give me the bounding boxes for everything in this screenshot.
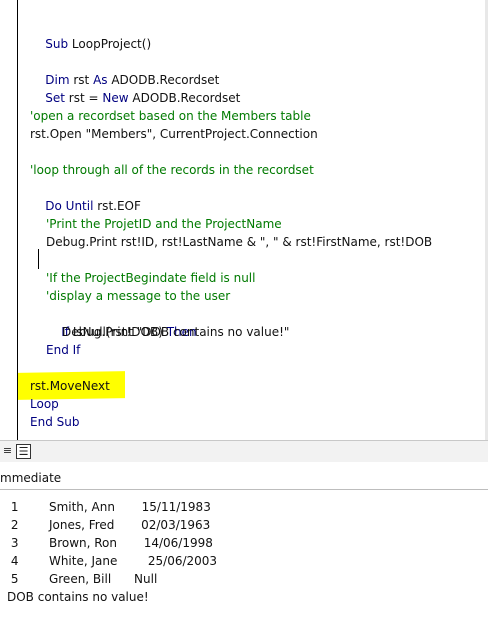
immediate-window-title: mmediate — [0, 471, 62, 485]
immediate-output-line: 3 Brown, Ron 14/06/1998 — [7, 536, 213, 550]
code-line-comment-open[interactable]: 'open a recordset based on the Members t… — [30, 107, 311, 125]
code-text: ADODB.Recordset — [128, 91, 241, 105]
code-line-comment-print[interactable]: 'Print the ProjetID and the ProjectName — [46, 215, 282, 233]
code-line-debug-print[interactable]: Debug.Print rst!ID, rst!LastName & ", " … — [46, 233, 432, 251]
keyword: Sub — [45, 37, 69, 51]
full-module-view-icon[interactable]: ☰ — [16, 444, 31, 459]
code-line-end-if[interactable]: End If — [46, 341, 80, 359]
code-line-loop[interactable]: Loop — [30, 395, 59, 413]
code-line-open[interactable]: rst.Open "Members", CurrentProject.Conne… — [30, 125, 318, 143]
immediate-output-line: DOB contains no value! — [7, 590, 149, 604]
keyword: New — [102, 91, 129, 105]
code-line-comment-if1[interactable]: 'If the ProjectBegindate field is null — [46, 269, 255, 287]
view-toggle-bar: ≡ ☰ — [0, 440, 488, 463]
immediate-output-line: 4 White, Jane 25/06/2003 — [7, 554, 218, 568]
code-line-end-sub[interactable]: End Sub — [30, 413, 79, 431]
code-line-comment-if2[interactable]: 'display a message to the user — [46, 287, 230, 305]
code-text: rst.EOF — [93, 199, 141, 213]
keyword: Set — [45, 91, 65, 105]
code-line-comment-loop[interactable]: 'loop through all of the records in the … — [30, 161, 314, 179]
keyword: Do Until — [45, 199, 94, 213]
immediate-window[interactable]: 1 Smith, Ann 15/11/1983 2 Jones, Fred 02… — [0, 490, 488, 620]
immediate-output-line: 5 Green, Bill Null — [7, 572, 158, 586]
procedure-view-icon[interactable]: ≡ — [1, 444, 14, 457]
code-line-movenext[interactable]: rst.MoveNext — [30, 377, 110, 395]
code-text: LoopProject() — [68, 37, 152, 51]
immediate-output-line: 1 Smith, Ann 15/11/1983 — [7, 500, 211, 514]
immediate-output-line: 2 Jones, Fred 02/03/1963 — [7, 518, 211, 532]
code-text: rst = — [64, 91, 103, 105]
code-line-debug-msg[interactable]: Debug.Print "DOB contains no value!" — [62, 323, 289, 341]
immediate-window-title-bar[interactable]: mmediate — [0, 462, 488, 490]
code-window[interactable]: Sub LoopProject() Dim rst As ADODB.Recor… — [0, 0, 488, 440]
text-cursor — [38, 249, 39, 269]
